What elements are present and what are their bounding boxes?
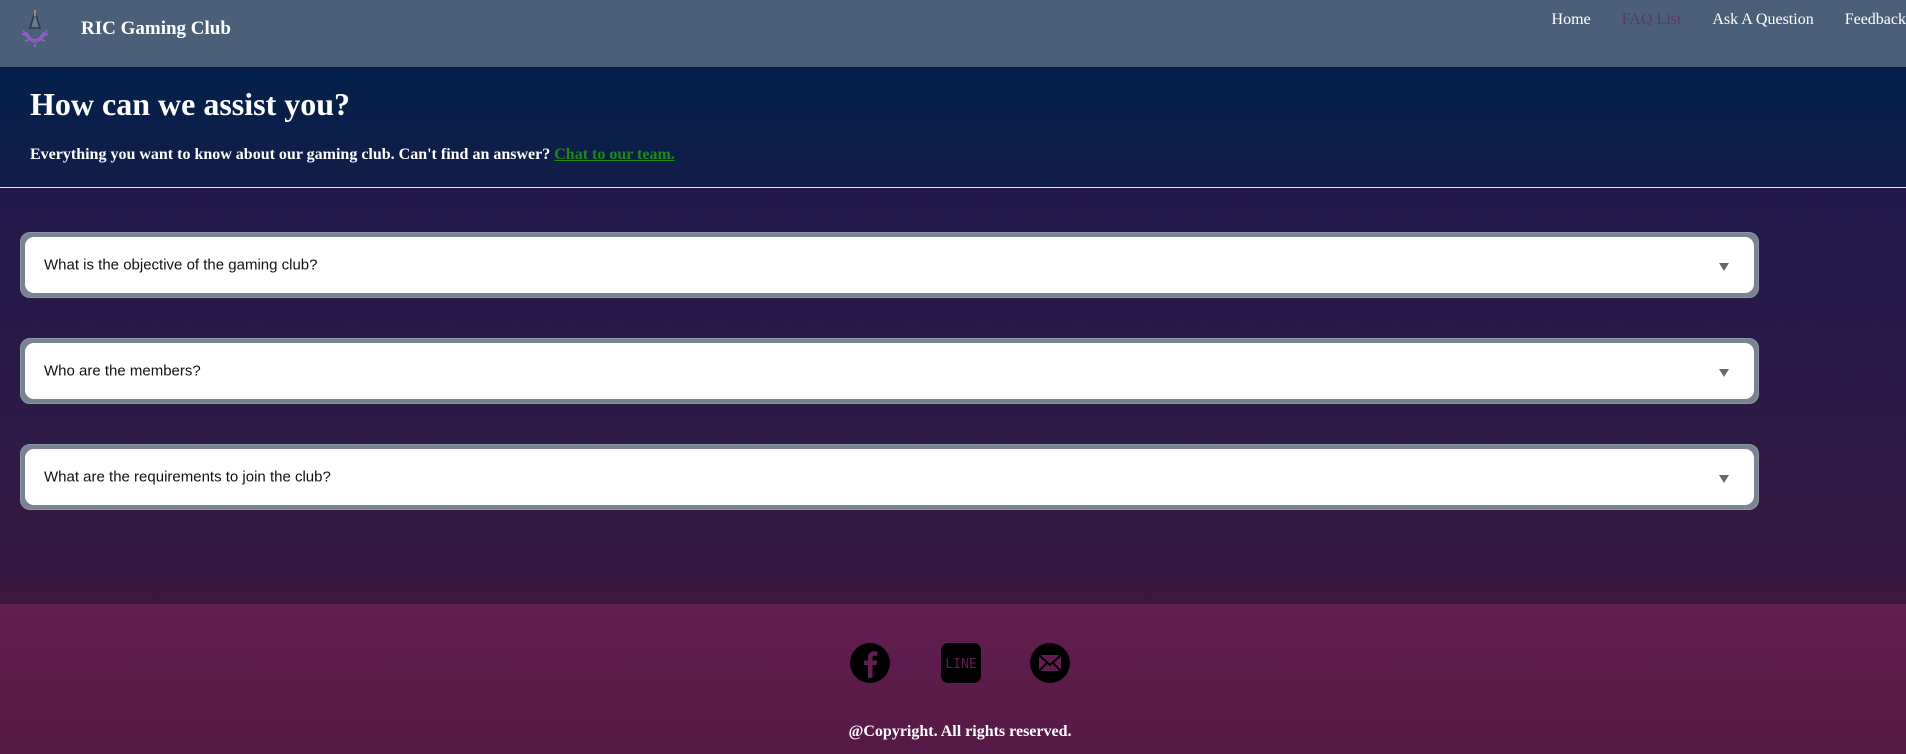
nav-feedback[interactable]: Feedback [1845,12,1906,28]
nav-home[interactable]: Home [1552,12,1591,28]
top-navbar: RIC Gaming Club Home FAQ List Ask A Ques… [0,0,1906,67]
nav-ask-question[interactable]: Ask A Question [1712,12,1813,28]
copyright-text: @Copyright. All rights reserved. [848,723,1072,740]
nav-faq-list[interactable]: FAQ List [1622,12,1682,28]
faq-item: What are the requirements to join the cl… [20,444,1759,510]
hero-section: How can we assist you? Everything you wa… [0,67,1906,188]
main-nav: Home FAQ List Ask A Question Feedback [1552,12,1906,28]
mail-icon[interactable] [1029,642,1071,684]
facebook-icon[interactable] [849,642,891,684]
chevron-down-icon [1719,263,1729,271]
chat-team-link[interactable]: Chat to our team. [554,146,675,163]
faq-item: Who are the members? [20,338,1759,404]
faq-question-text: Who are the members? [44,362,201,380]
faq-question-text: What is the objective of the gaming club… [44,256,318,274]
faq-question-toggle[interactable]: Who are the members? [25,343,1754,399]
brand-name: RIC Gaming Club [81,18,231,39]
line-icon-text: LINE [945,657,976,672]
chevron-down-icon [1719,369,1729,377]
faq-question-toggle[interactable]: What is the objective of the gaming club… [25,237,1754,293]
hero-subtitle-text: Everything you want to know about our ga… [30,146,555,163]
club-logo-icon[interactable] [18,10,52,48]
hero-subtitle: Everything you want to know about our ga… [30,147,675,163]
faq-item: What is the objective of the gaming club… [20,232,1759,298]
faq-question-toggle[interactable]: What are the requirements to join the cl… [25,449,1754,505]
faq-question-text: What are the requirements to join the cl… [44,468,331,486]
chevron-down-icon [1719,475,1729,483]
page-footer: LINE @Copyright. All rights reserved. [0,604,1906,754]
page-title: How can we assist you? [30,86,351,122]
line-icon[interactable]: LINE [940,642,982,684]
